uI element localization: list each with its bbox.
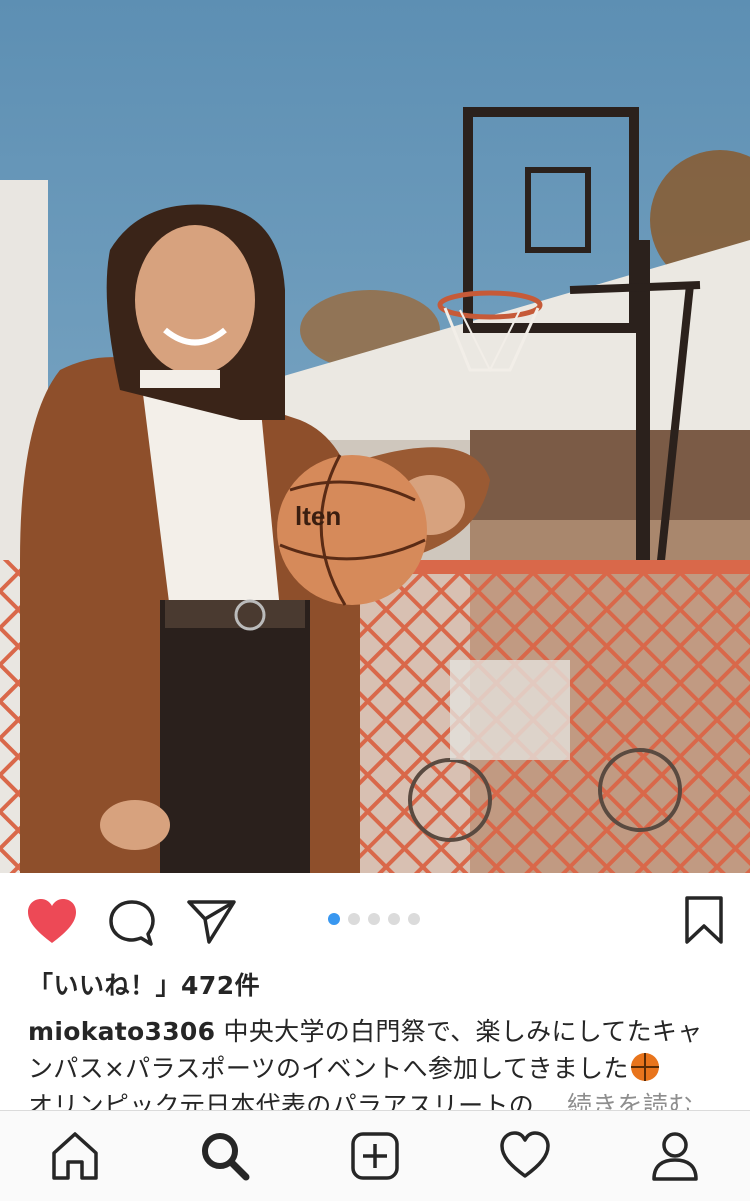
new-post-icon[interactable]: [348, 1129, 402, 1183]
home-icon[interactable]: [48, 1129, 102, 1183]
svg-text:lten: lten: [295, 501, 341, 531]
activity-heart-icon[interactable]: [498, 1129, 552, 1183]
likes-count[interactable]: 「いいね！」472件: [28, 966, 260, 1002]
caption-username[interactable]: miokato3306: [28, 1017, 215, 1046]
carousel-indicator: [328, 913, 420, 927]
post-photo-illustration: lten: [0, 0, 750, 873]
profile-icon[interactable]: [648, 1129, 702, 1183]
search-icon[interactable]: [198, 1129, 252, 1183]
heart-filled-icon[interactable]: [26, 898, 78, 946]
carousel-dot: [328, 913, 340, 925]
post-caption: miokato3306 中央大学の白門祭で、楽しみにしてたキャンパス×パラスポー…: [28, 1013, 722, 1124]
basketball-emoji-icon: [630, 1053, 659, 1081]
carousel-dot: [388, 913, 400, 925]
post-photo[interactable]: lten: [0, 0, 750, 873]
comment-icon[interactable]: [107, 898, 157, 948]
direct-share-icon[interactable]: [186, 898, 238, 946]
carousel-dot: [368, 913, 380, 925]
basketball: lten: [277, 454, 427, 606]
bottom-tab-bar: [0, 1110, 750, 1201]
carousel-dot: [408, 913, 420, 925]
bookmark-icon[interactable]: [684, 895, 724, 945]
carousel-dot: [348, 913, 360, 925]
